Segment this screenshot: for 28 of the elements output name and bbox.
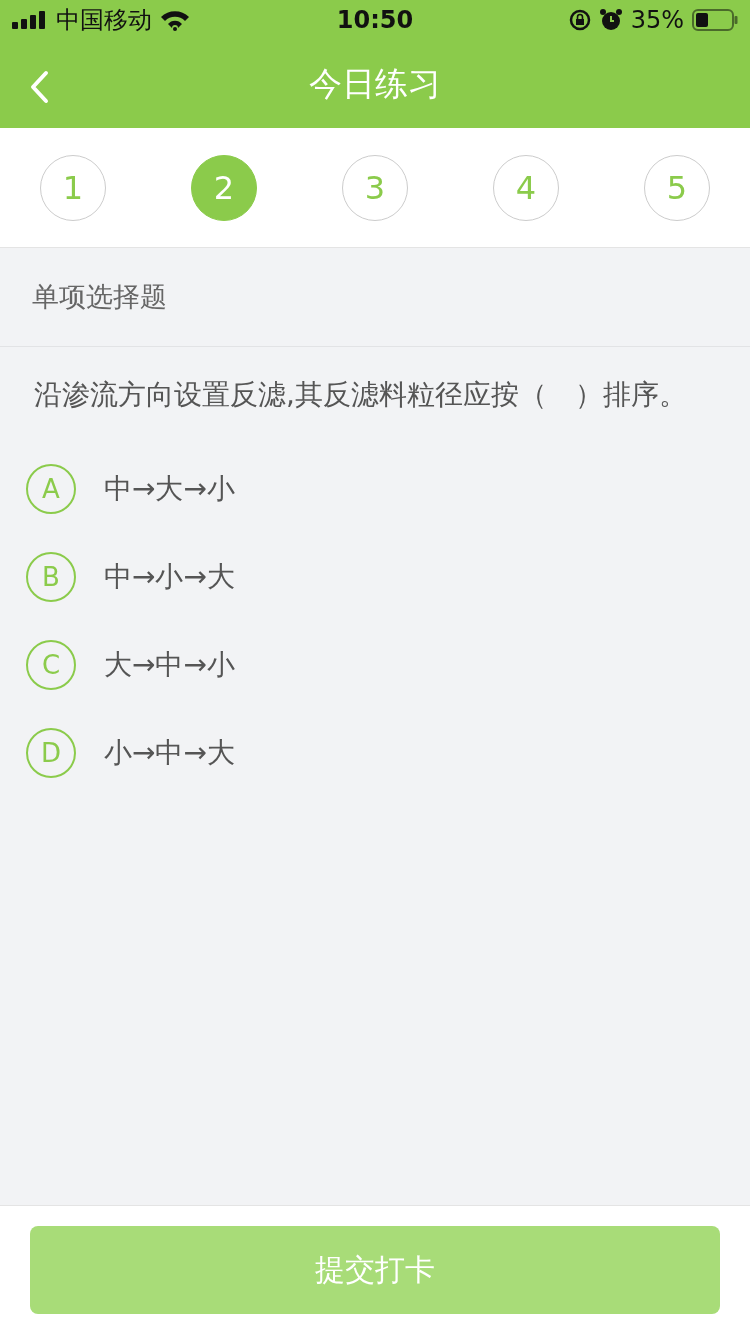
alarm-icon bbox=[598, 8, 623, 32]
rotation-lock-icon bbox=[568, 9, 591, 31]
question-number[interactable]: 5 bbox=[644, 154, 710, 221]
question-number[interactable]: 2 bbox=[191, 154, 257, 221]
answer-option[interactable]: A 中→大→小 bbox=[26, 445, 716, 533]
wifi-icon bbox=[160, 9, 190, 31]
question-type: 单项选择题 bbox=[32, 280, 167, 314]
carrier-name: 中国移动 bbox=[56, 5, 152, 36]
question-number[interactable]: 3 bbox=[342, 154, 408, 221]
option-text: 大→中→小 bbox=[104, 647, 235, 683]
battery-percent: 35% bbox=[630, 6, 684, 34]
answer-option[interactable]: B 中→小→大 bbox=[26, 533, 716, 621]
battery-icon bbox=[692, 9, 738, 31]
option-letter: D bbox=[26, 728, 76, 778]
page-title: 今日练习 bbox=[309, 62, 441, 105]
question-text: 沿渗流方向设置反滤,其反滤料粒径应按（ ）排序。 bbox=[34, 377, 688, 413]
option-text: 中→大→小 bbox=[104, 471, 235, 507]
question-number[interactable]: 4 bbox=[493, 154, 559, 221]
answer-option[interactable]: D 小→中→大 bbox=[26, 709, 716, 797]
answer-option[interactable]: C 大→中→小 bbox=[26, 621, 716, 709]
signal-icon bbox=[12, 11, 48, 29]
option-letter: B bbox=[26, 552, 76, 602]
option-letter: C bbox=[26, 640, 76, 690]
option-text: 中→小→大 bbox=[104, 559, 235, 595]
option-text: 小→中→大 bbox=[104, 735, 235, 771]
status-time: 10:50 bbox=[336, 6, 414, 34]
question-number[interactable]: 1 bbox=[40, 154, 106, 221]
option-letter: A bbox=[26, 464, 76, 514]
